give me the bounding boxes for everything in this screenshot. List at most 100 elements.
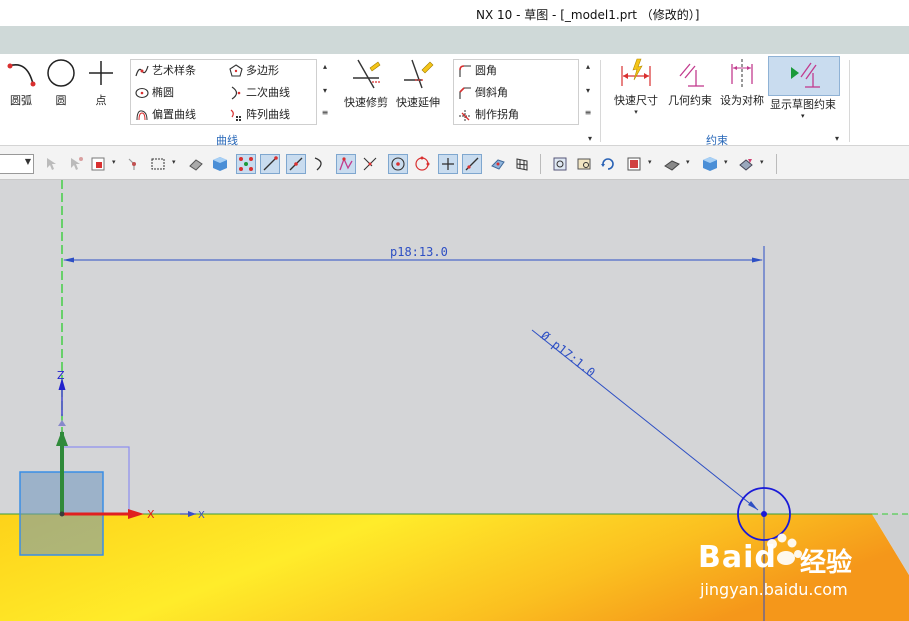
snap-existing-point-icon[interactable] — [438, 154, 458, 174]
edit-section-icon[interactable] — [736, 154, 756, 174]
render-style-icon[interactable] — [662, 154, 682, 174]
eraser-icon[interactable] — [186, 154, 206, 174]
offset-curve-icon — [136, 110, 148, 121]
rectangle-select-dropdown[interactable]: ▾ — [172, 158, 176, 166]
quick-trim-label: 快速修剪 — [344, 96, 388, 109]
corner-gallery-expand[interactable]: ≡ — [582, 108, 594, 117]
studio-spline-button[interactable]: 艺术样条 — [135, 61, 196, 81]
visibility-dropdown[interactable]: ▾ — [724, 158, 728, 166]
quick-trim-button[interactable]: 快速修剪 — [342, 58, 390, 110]
point-button[interactable]: 点 — [86, 58, 116, 108]
corner-gallery: 圆角 倒斜角 制作拐角 — [453, 59, 579, 125]
quick-extend-icon — [404, 59, 434, 89]
window-title: NX 10 - 草图 - [_model1.prt （修改的）] — [476, 8, 700, 22]
title-bar: NX 10 - 草图 - [_model1.prt （修改的）] — [0, 0, 909, 26]
orient-view-icon[interactable] — [624, 154, 644, 174]
z-axis-label: Z — [57, 369, 65, 382]
ribbon: 圆弧 圆 点 艺术样条 多边形 椭圆 二次曲线 偏置曲线 阵列曲线 ▴ ▾ ≡ … — [0, 54, 909, 147]
snap-point-on-surface-icon[interactable] — [488, 154, 508, 174]
general-selection-icon[interactable] — [42, 154, 62, 174]
circle-label: 圆 — [55, 94, 67, 107]
curve-group-more[interactable]: ▾ — [588, 134, 592, 143]
chamfer-button[interactable]: 倒斜角 — [458, 83, 508, 103]
snap-point-icon[interactable] — [124, 154, 144, 174]
rectangle-select-icon[interactable] — [148, 154, 168, 174]
quick-extend-button[interactable]: 快速延伸 — [394, 58, 442, 110]
fillet-button[interactable]: 圆角 — [458, 61, 497, 81]
snap-curve-icon[interactable] — [310, 154, 330, 174]
curve-gallery-scroll-down[interactable]: ▾ — [319, 86, 331, 95]
make-symmetric-button[interactable]: 设为对称 — [718, 58, 766, 108]
watermark-url: jingyan.baidu.com — [700, 580, 848, 599]
rotate-view-icon[interactable] — [598, 154, 618, 174]
select-region-dropdown[interactable]: ▾ — [112, 158, 116, 166]
circle-icon — [47, 59, 75, 87]
ribbon-tab-strip — [0, 26, 909, 54]
x-axis-label: X — [147, 508, 155, 521]
ribbon-separator — [849, 60, 850, 142]
pattern-curve-button[interactable]: 阵列曲线 — [229, 105, 290, 125]
type-filter-select[interactable]: ▼ — [0, 154, 34, 174]
snap-midpoint-icon[interactable] — [286, 154, 306, 174]
quick-extend-label: 快速延伸 — [396, 96, 440, 109]
rapid-dimension-dropdown[interactable]: ▾ — [610, 108, 662, 116]
snap-line-icon[interactable] — [260, 154, 280, 174]
pattern-curve-icon — [230, 109, 241, 121]
make-symmetric-label: 设为对称 — [720, 94, 764, 107]
curve-gallery-scroll-up[interactable]: ▴ — [319, 62, 331, 71]
polygon-button[interactable]: 多边形 — [229, 61, 279, 81]
geometric-constraint-button[interactable]: 几何约束 — [664, 58, 716, 108]
snap-selection-icon[interactable] — [66, 154, 86, 174]
make-corner-button[interactable]: 制作拐角 — [458, 105, 519, 125]
snap-bounded-grid-icon[interactable] — [512, 154, 532, 174]
conic-button[interactable]: 二次曲线 — [229, 83, 290, 103]
snap-control-point-icon[interactable] — [336, 154, 356, 174]
snap-intersection-icon[interactable] — [360, 154, 380, 174]
chamfer-icon — [459, 87, 471, 99]
corner-gallery-scroll-down[interactable]: ▾ — [582, 86, 594, 95]
snap-quadrant-icon[interactable] — [412, 154, 432, 174]
circle-center-point[interactable] — [761, 511, 767, 517]
snap-arc-center-icon[interactable] — [388, 154, 408, 174]
dimension-label-horizontal[interactable]: p18:13.0 — [390, 245, 448, 259]
show-sketch-constraints-dropdown[interactable]: ▾ — [801, 112, 805, 120]
curve-gallery-expand[interactable]: ≡ — [319, 108, 331, 117]
make-symmetric-icon — [731, 59, 753, 87]
csys-origin[interactable] — [59, 511, 65, 517]
ellipse-button[interactable]: 椭圆 — [135, 83, 174, 103]
visibility-cube-icon[interactable] — [700, 154, 720, 174]
make-corner-icon — [459, 110, 471, 121]
snap-point-on-curve-icon[interactable] — [462, 154, 482, 174]
edit-section-dropdown[interactable]: ▾ — [760, 158, 764, 166]
render-style-dropdown[interactable]: ▾ — [686, 158, 690, 166]
orient-view-dropdown[interactable]: ▾ — [648, 158, 652, 166]
studio-spline-icon — [135, 65, 149, 77]
fillet-icon — [459, 65, 471, 77]
toolbar-separator — [776, 154, 777, 174]
show-sketch-constraints-label: 显示草图约束 — [770, 98, 836, 111]
selection-toolbar: ▼ ▾ ▾ ▾ ▾ ▾ ▾ — [0, 146, 909, 180]
rapid-dimension-icon — [621, 58, 651, 86]
x-axis-secondary-label: X — [198, 510, 205, 521]
circle-button[interactable]: 圆 — [44, 58, 78, 108]
polygon-icon — [229, 64, 243, 77]
offset-curve-button[interactable]: 偏置曲线 — [135, 105, 196, 125]
arc-button[interactable]: 圆弧 — [2, 58, 40, 108]
solid-cube-icon[interactable] — [210, 154, 230, 174]
geometric-constraint-icon — [679, 63, 704, 87]
select-region-icon[interactable] — [88, 154, 108, 174]
constraint-group-more[interactable]: ▾ — [835, 134, 839, 143]
zoom-window-icon[interactable] — [574, 154, 594, 174]
rapid-dimension-button[interactable]: 快速尺寸 ▾ — [610, 58, 662, 116]
curve-gallery: 艺术样条 多边形 椭圆 二次曲线 偏置曲线 阵列曲线 — [130, 59, 317, 125]
quick-trim-icon — [353, 59, 381, 89]
show-sketch-constraints-button[interactable] — [768, 56, 840, 96]
watermark-suffix: 经验 — [800, 548, 853, 578]
corner-gallery-scroll-up[interactable]: ▴ — [582, 62, 594, 71]
snap-endpoint-icon[interactable] — [236, 154, 256, 174]
conic-icon — [231, 86, 241, 100]
toolbar-separator — [540, 154, 541, 174]
arc-icon — [7, 63, 36, 87]
fit-view-icon[interactable] — [550, 154, 570, 174]
graphics-window[interactable]: p18:13.0 Ø p17:1.0 Z X X Baid 经验 jingyan… — [0, 180, 909, 621]
